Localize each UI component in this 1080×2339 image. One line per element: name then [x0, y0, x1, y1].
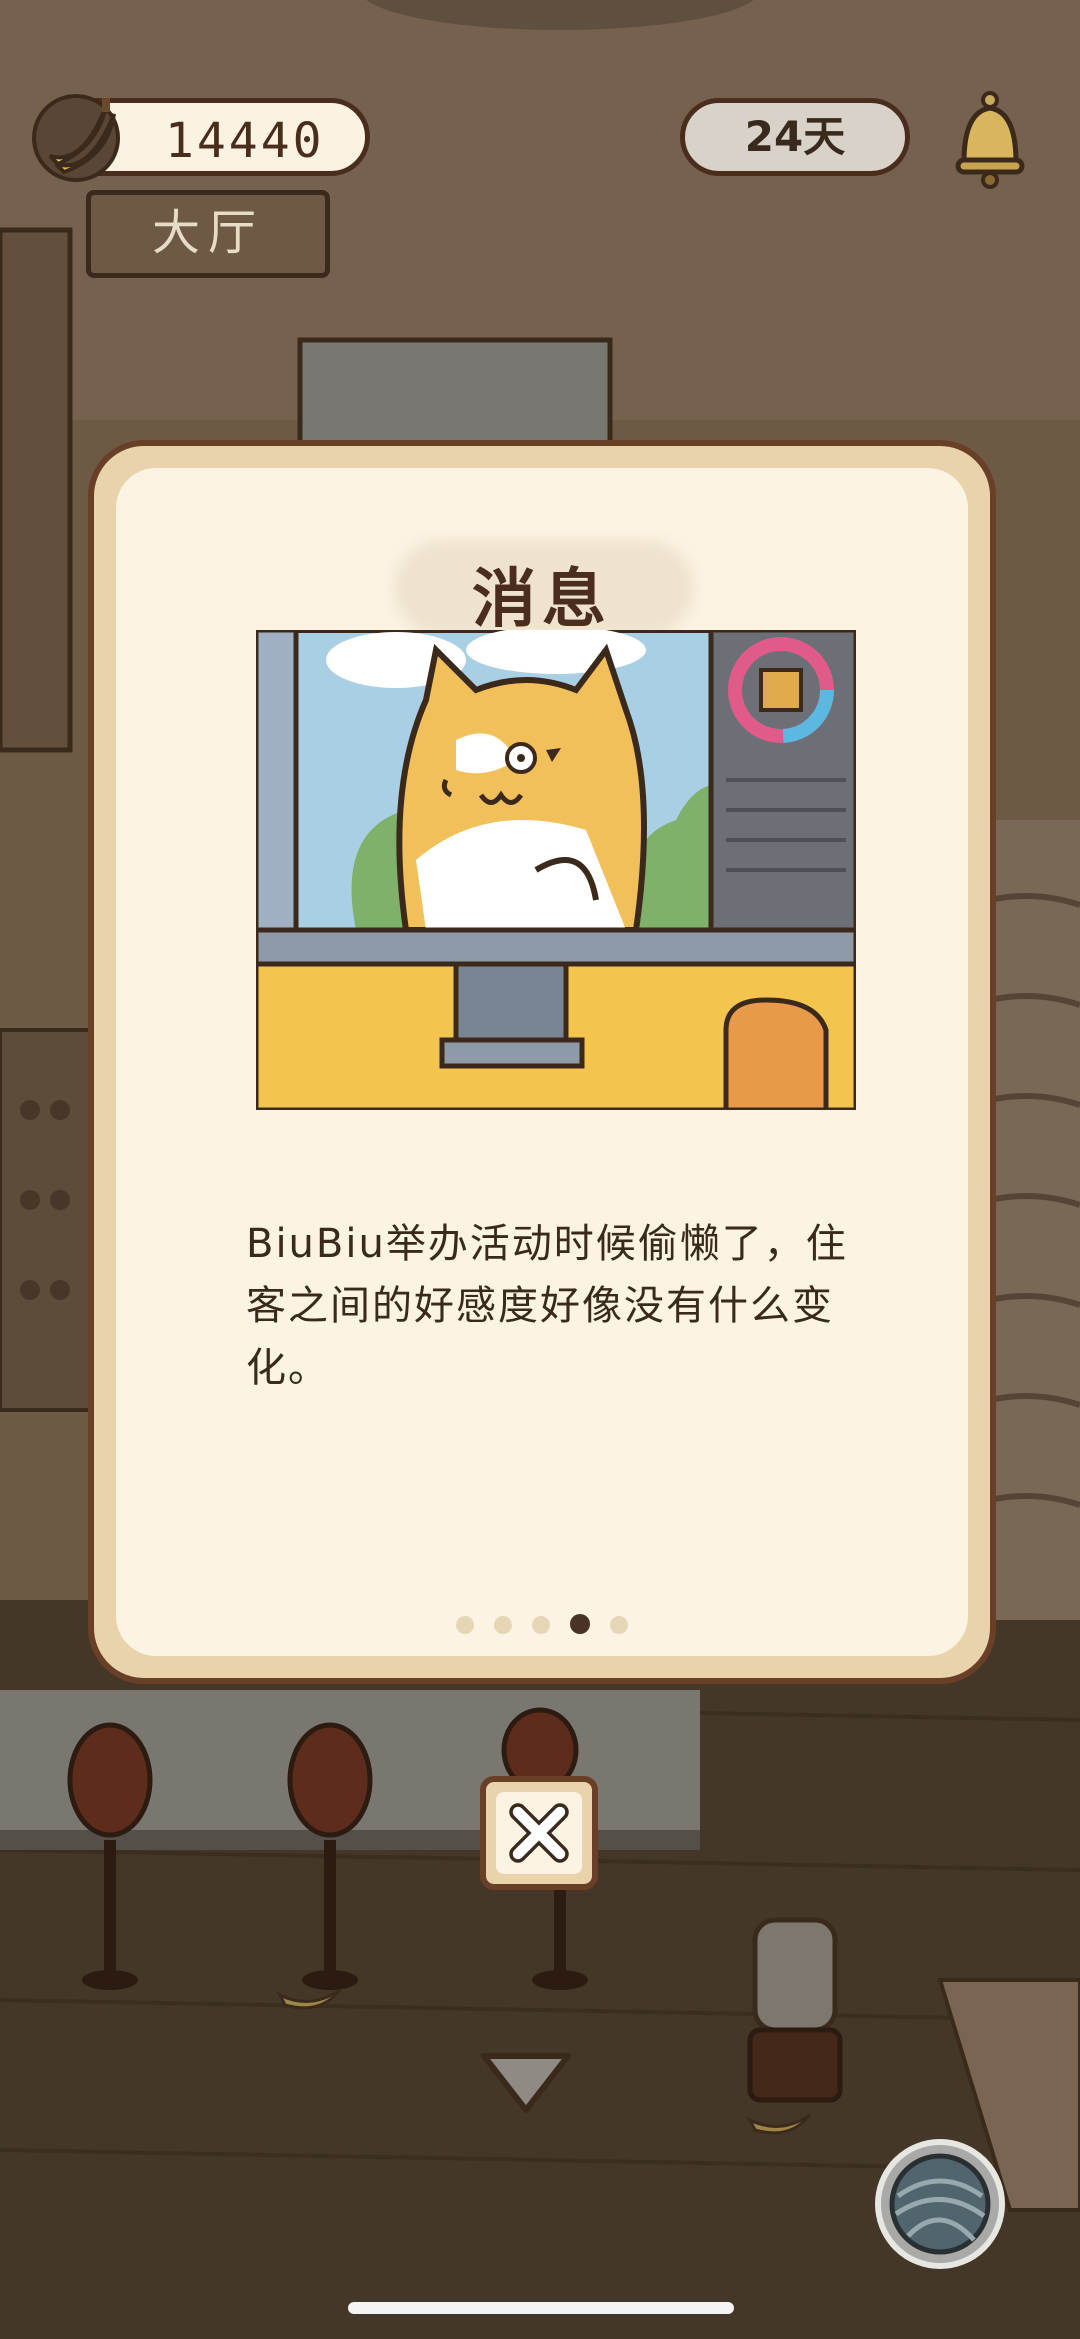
page-indicator [116, 1614, 968, 1644]
dialog-panel: 消息 BiuBiu举办活动时候偷懒了，住客之间的好感度好像没有什么变化。 [116, 468, 968, 1656]
home-indicator[interactable] [348, 2302, 734, 2314]
room-sign: 大厅 [86, 190, 330, 278]
page-dot[interactable] [494, 1616, 512, 1634]
page-dot[interactable] [610, 1616, 628, 1634]
dialog-title: 消息 [472, 563, 612, 637]
page-dot[interactable] [532, 1616, 550, 1634]
message-text: BiuBiu举办活动时候偷懒了，住客之间的好感度好像没有什么变化。 [246, 1221, 848, 1391]
close-button[interactable] [480, 1776, 598, 1890]
bell-icon[interactable] [950, 90, 1030, 190]
banana-icon [32, 94, 120, 182]
close-button-face [496, 1792, 582, 1874]
page-dot[interactable] [456, 1616, 474, 1634]
yarn-ball-icon[interactable] [872, 2136, 1008, 2272]
close-icon [509, 1803, 569, 1863]
day-counter: 24天 [680, 98, 910, 176]
down-arrow-icon[interactable] [478, 2050, 574, 2116]
message-dialog: 消息 BiuBiu举办活动时候偷懒了，住客之间的好感度好像没有什么变化。 [88, 440, 996, 1684]
page-dot-active[interactable] [570, 1614, 590, 1634]
coin-value: 14440 [165, 113, 325, 169]
event-illustration [256, 630, 856, 1110]
